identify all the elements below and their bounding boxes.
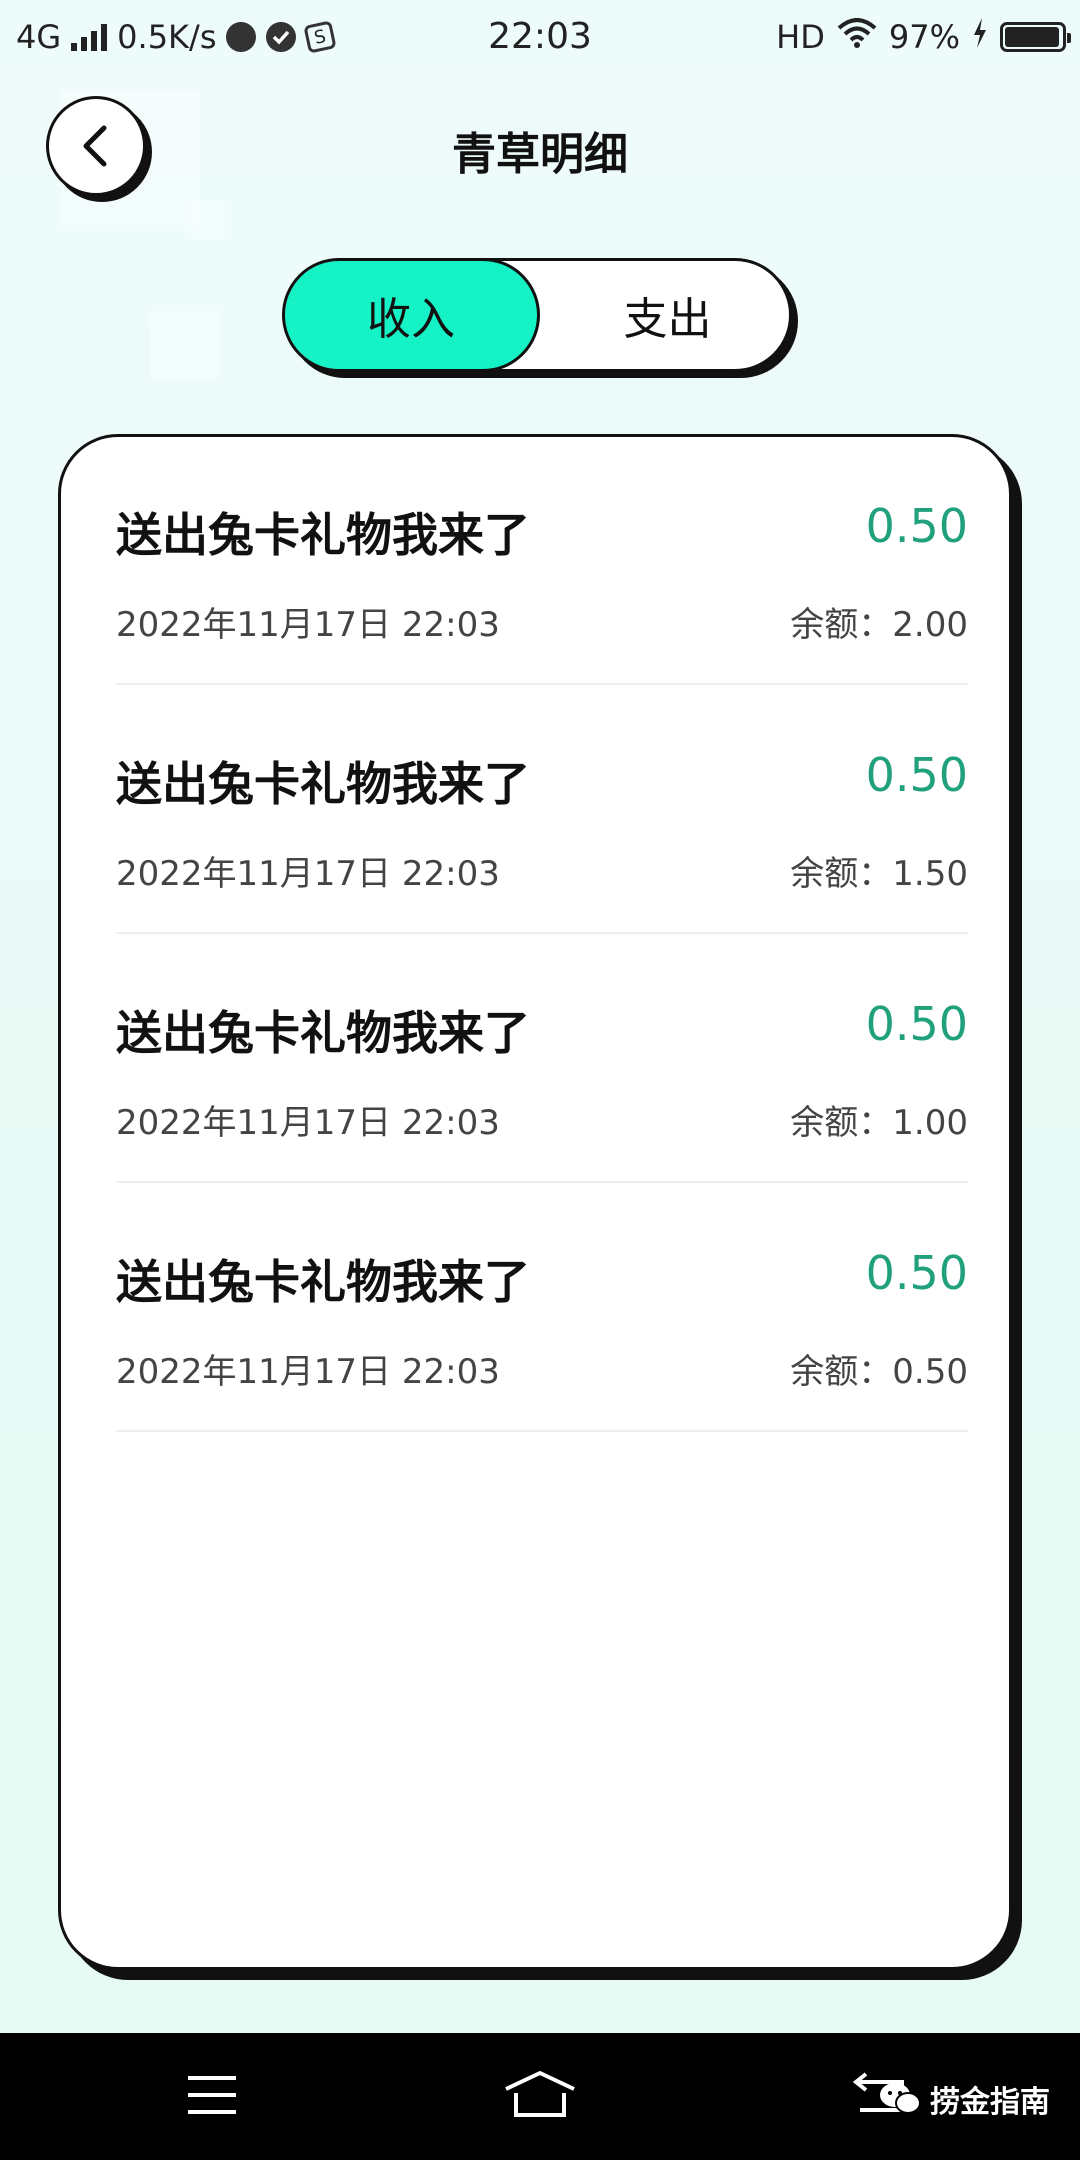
home-icon	[505, 2071, 575, 2117]
record-title: 送出兔卡礼物我来了	[116, 1006, 530, 1060]
tab-switcher: 支出 收入	[282, 258, 792, 372]
battery-fill	[1005, 27, 1060, 47]
record-balance: 余额：0.50	[790, 1352, 968, 1392]
home-button[interactable]	[500, 2063, 580, 2127]
record-title: 送出兔卡礼物我来了	[116, 1255, 530, 1309]
battery-percent: 97%	[888, 18, 960, 56]
battery-icon	[1000, 22, 1071, 52]
record-balance: 余额：2.00	[790, 605, 968, 645]
list-item[interactable]: 送出兔卡礼物我来了 0.50 2022年11月17日 22:03 余额：0.50	[116, 1184, 968, 1432]
record-time: 2022年11月17日 22:03	[116, 854, 500, 894]
background-decoration	[190, 200, 230, 240]
record-time: 2022年11月17日 22:03	[116, 1352, 500, 1392]
record-balance: 余额：1.50	[790, 854, 968, 894]
navigation-bar: 捞金指南	[0, 2033, 1080, 2160]
list-item[interactable]: 送出兔卡礼物我来了 0.50 2022年11月17日 22:03 余额：1.50	[116, 686, 968, 934]
menu-button[interactable]	[172, 2063, 252, 2127]
record-amount: 0.50	[865, 1246, 968, 1300]
list-item[interactable]: 送出兔卡礼物我来了 0.50 2022年11月17日 22:03 余额：1.00	[116, 935, 968, 1183]
record-title: 送出兔卡礼物我来了	[116, 508, 530, 562]
record-amount: 0.50	[865, 748, 968, 802]
record-amount: 0.50	[865, 997, 968, 1051]
charging-icon	[972, 18, 988, 56]
record-title: 送出兔卡礼物我来了	[116, 757, 530, 811]
records-list: 送出兔卡礼物我来了 0.50 2022年11月17日 22:03 余额：2.00…	[58, 434, 1012, 1970]
watermark: 捞金指南	[878, 2077, 1050, 2121]
record-time: 2022年11月17日 22:03	[116, 605, 500, 645]
record-balance: 余额：1.00	[790, 1103, 968, 1143]
record-time: 2022年11月17日 22:03	[116, 1103, 500, 1143]
watermark-text: 捞金指南	[930, 2085, 1050, 2120]
tab-income[interactable]: 收入	[285, 261, 540, 369]
status-right: HD 97%	[776, 18, 1071, 56]
list-item[interactable]: 送出兔卡礼物我来了 0.50 2022年11月17日 22:03 余额：2.00	[116, 437, 968, 685]
page-title: 青草明细	[452, 129, 628, 180]
wechat-icon	[880, 2083, 921, 2114]
background-decoration	[150, 310, 220, 380]
menu-icon	[188, 2076, 236, 2114]
tab-expense[interactable]: 支出	[540, 261, 789, 369]
status-bar: 4G 0.5K/s S 22:03 HD 97%	[0, 0, 1080, 76]
hd-indicator: HD	[776, 18, 825, 56]
wifi-icon	[837, 18, 877, 56]
record-amount: 0.50	[865, 499, 968, 553]
